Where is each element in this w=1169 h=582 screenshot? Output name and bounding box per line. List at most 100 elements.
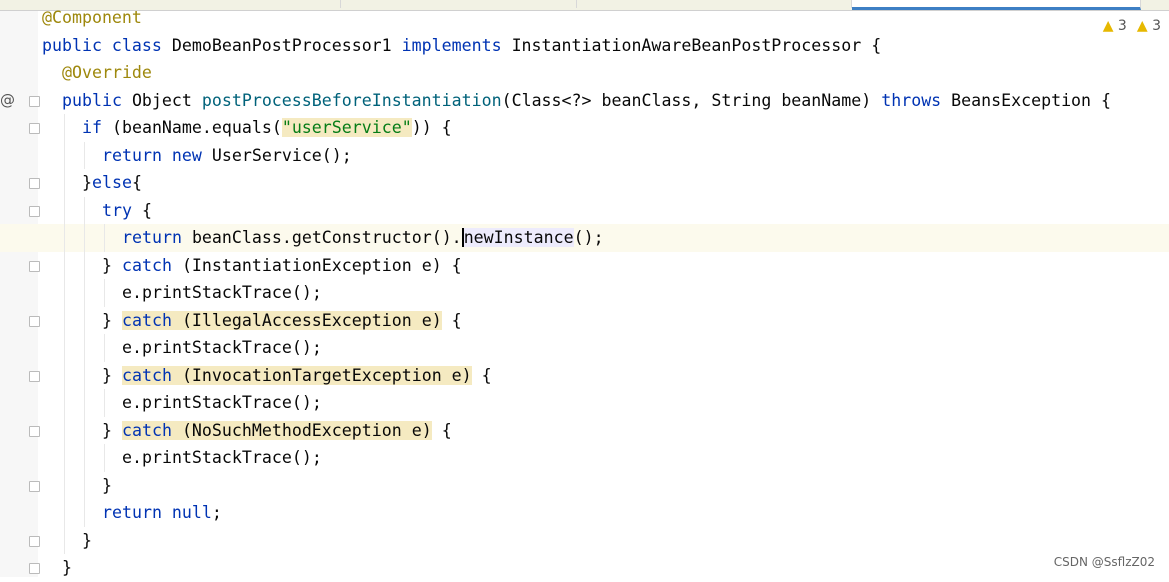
code-token: postProcessBeforeInstantiation (201, 90, 502, 110)
code-token: } (102, 310, 122, 330)
code-token: UserService(); (211, 145, 352, 165)
code-token: { (141, 200, 152, 220)
indent-guide (64, 196, 65, 224)
fold-icon[interactable] (29, 178, 40, 189)
indent-guide (104, 389, 105, 417)
indent-guide (64, 416, 65, 444)
code-token: DemoBeanPostProcessor1 (171, 35, 402, 55)
indent-guide (84, 471, 85, 499)
override-marker-icon[interactable]: @ (0, 87, 15, 115)
code-token: return null (102, 503, 212, 522)
code-token: return (122, 228, 192, 247)
indent-guide (84, 444, 85, 472)
fold-icon[interactable] (29, 260, 40, 272)
code-line[interactable]: return new UserService(); (0, 141, 1169, 169)
code-line[interactable]: } catch (InstantiationException e) { (0, 251, 1169, 279)
code-token: } (82, 173, 92, 192)
indent-guide (64, 224, 65, 252)
code-token: (IllegalAccessException e) (181, 310, 442, 330)
code-line[interactable]: try { (0, 196, 1169, 224)
code-line[interactable]: } catch (NoSuchMethodException e) { (0, 416, 1169, 444)
fold-icon[interactable] (29, 480, 40, 492)
indent-guide (64, 114, 65, 142)
fold-icon[interactable] (29, 205, 40, 217)
code-line[interactable]: return null; (0, 499, 1169, 527)
indent-guide (84, 306, 85, 334)
indent-guide (64, 279, 65, 307)
code-token: public class (42, 35, 172, 55)
fold-icon[interactable] (29, 95, 40, 107)
indent-guide (104, 444, 105, 472)
indent-guide (84, 361, 85, 389)
code-line[interactable]: } (0, 554, 1169, 582)
code-token: (beanName.equals( (111, 118, 282, 137)
code-token: public (62, 90, 132, 110)
indent-guide (64, 389, 65, 417)
code-line[interactable]: @Override (0, 59, 1169, 87)
code-line[interactable]: } (0, 526, 1169, 554)
fold-icon[interactable] (29, 563, 40, 574)
code-token: ; (211, 503, 222, 522)
code-token: } (102, 420, 122, 440)
code-token: e.printStackTrace(); (122, 393, 322, 412)
indent-guide (84, 416, 85, 444)
code-line[interactable]: @ public Object postProcessBeforeInstanti… (0, 87, 1169, 115)
code-token: { (131, 173, 142, 192)
inspection-widget[interactable]: ▲ 3 ▲ 3 (1103, 18, 1161, 34)
indent-guide (84, 141, 85, 169)
code-token: } (102, 365, 122, 385)
code-line[interactable]: } (0, 471, 1169, 499)
fold-icon[interactable] (29, 370, 40, 382)
code-token: } (82, 530, 92, 550)
code-token: )) { (411, 118, 452, 137)
indent-guide (64, 251, 65, 279)
fold-icon[interactable] (29, 425, 40, 437)
indent-guide (84, 224, 85, 252)
indent-guide (64, 361, 65, 389)
code-token: e.printStackTrace(); (122, 448, 322, 467)
code-line[interactable]: e.printStackTrace(); (0, 444, 1169, 472)
code-token: return new (102, 145, 212, 165)
indent-guide (104, 279, 105, 307)
watermark: CSDN @SsflzZ02 (1053, 555, 1155, 569)
code-editor[interactable]: @Component public class DemoBeanPostProce… (0, 4, 1169, 582)
code-token: catch (121, 310, 182, 330)
code-line[interactable]: } catch (IllegalAccessException e) { (0, 306, 1169, 334)
code-token: (Class<?> beanClass, String beanName) (501, 90, 882, 110)
code-line[interactable]: return beanClass.getConstructor(). newIns… (0, 224, 1169, 252)
code-token: (InvocationTargetException e) (181, 365, 472, 385)
code-line[interactable]: e.printStackTrace(); (0, 279, 1169, 307)
indent-guide (64, 526, 65, 554)
code-token: } (102, 475, 112, 495)
warning-icon: ▲ (1102, 18, 1114, 34)
indent-guide (64, 444, 65, 472)
code-token: implements (401, 35, 512, 55)
fold-icon[interactable] (29, 315, 40, 327)
code-token: catch (121, 255, 182, 275)
fold-icon[interactable] (29, 123, 40, 134)
code-line[interactable]: if (beanName.equals("userService")) { (0, 114, 1169, 142)
code-token: InstantiationAwareBeanPostProcessor { (511, 35, 882, 55)
code-token: beanClass.getConstructor(). (191, 228, 462, 247)
code-line[interactable]: public class DemoBeanPostProcessor1 impl… (0, 32, 1169, 60)
code-line[interactable]: } catch (InvocationTargetException e) { (0, 361, 1169, 389)
code-token: { (441, 310, 462, 330)
indent-guide (84, 499, 85, 527)
indent-guide (64, 471, 65, 499)
indent-guide (84, 251, 85, 279)
code-line[interactable]: @Component (0, 4, 1169, 32)
code-token: (); (573, 228, 604, 247)
code-line[interactable]: e.printStackTrace(); (0, 389, 1169, 417)
warning-indicator[interactable]: ▲ 3 (1103, 18, 1127, 34)
code-token: e.printStackTrace(); (122, 283, 322, 302)
indent-guide (64, 306, 65, 334)
code-token: { (431, 420, 452, 440)
code-token: { (471, 365, 492, 385)
code-token: Object (131, 90, 202, 110)
code-line[interactable]: }else{ (0, 169, 1169, 197)
warning-indicator[interactable]: ▲ 3 (1137, 18, 1161, 34)
fold-icon[interactable] (29, 535, 40, 547)
code-line[interactable]: e.printStackTrace(); (0, 334, 1169, 362)
code-token: (InstantiationException e) { (181, 255, 462, 275)
warning-icon: ▲ (1136, 18, 1148, 34)
